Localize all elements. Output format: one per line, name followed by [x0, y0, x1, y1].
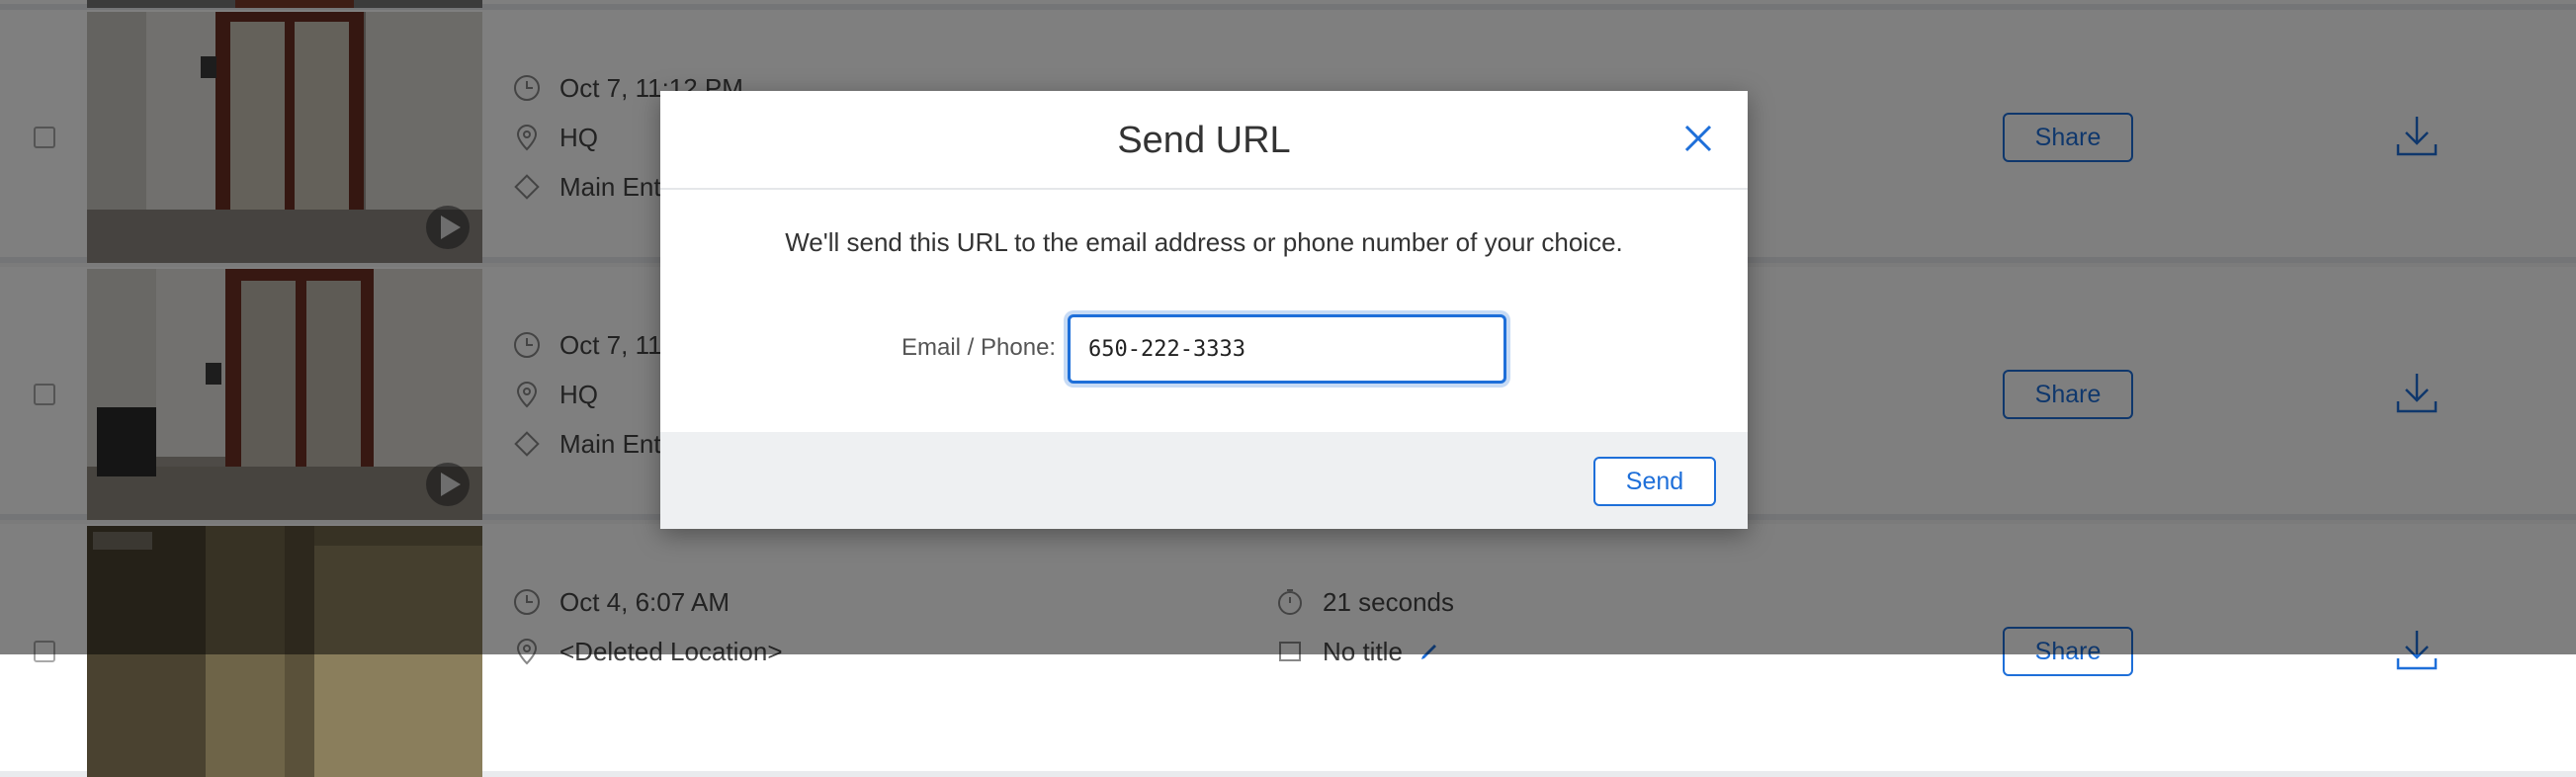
email-phone-input[interactable] [1068, 314, 1506, 384]
dialog-title: Send URL [1117, 120, 1291, 161]
send-url-dialog: Send URL We'll send this URL to the emai… [660, 91, 1748, 529]
send-button[interactable]: Send [1593, 457, 1716, 506]
close-icon[interactable] [1678, 119, 1718, 158]
email-phone-label: Email / Phone: [902, 334, 1057, 361]
dialog-message: We'll send this URL to the email address… [785, 227, 1623, 257]
dialog-footer: Send [660, 432, 1748, 529]
dialog-header: Send URL [660, 91, 1748, 190]
